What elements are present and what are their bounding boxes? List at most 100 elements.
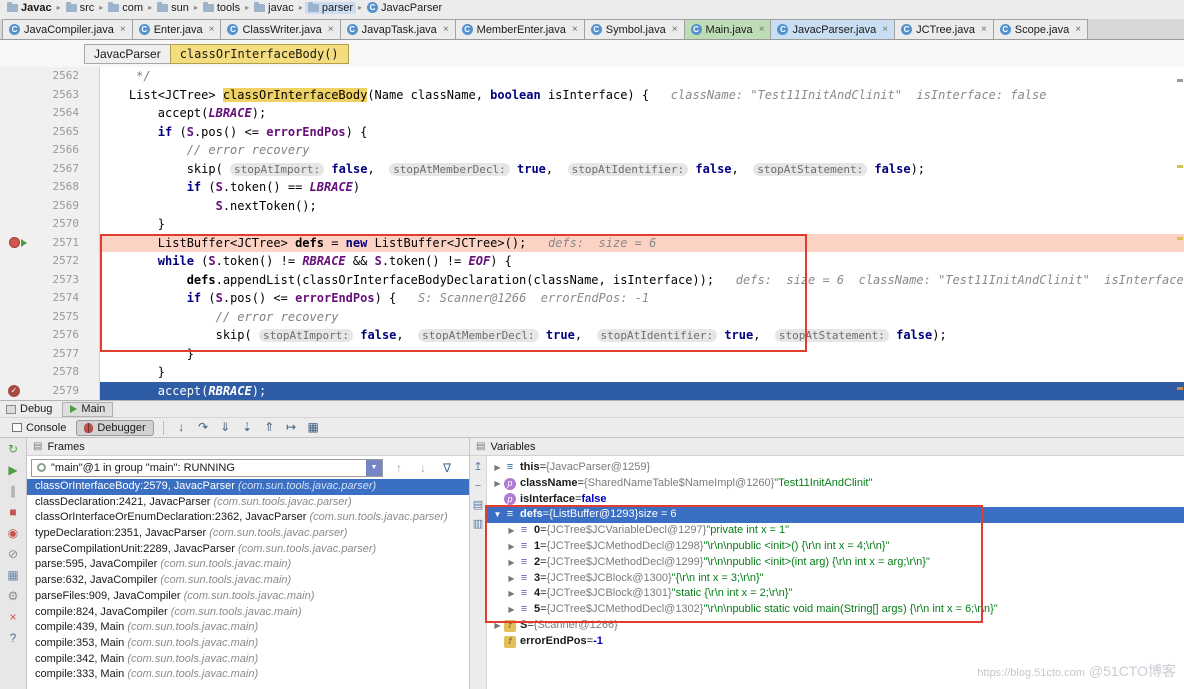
code-line-2572[interactable]: 2572 while (S.token() != RBRACE && S.tok… bbox=[0, 252, 1184, 271]
breadcrumb-item-javac[interactable]: javac bbox=[251, 2, 297, 14]
view-breakpoints-button[interactable]: ◉ bbox=[4, 525, 22, 542]
variable-row-1[interactable]: ▶≡1 = {JCTree$JCMethodDecl@1298} "\r\n\n… bbox=[487, 539, 1184, 555]
filter-frames-icon[interactable]: ∇ bbox=[439, 461, 455, 475]
frame-down-icon[interactable]: ↓ bbox=[415, 461, 431, 475]
tab-symbol-java[interactable]: CSymbol.java× bbox=[584, 19, 685, 39]
code-line-2563[interactable]: 2563 List<JCTree> classOrInterfaceBody(N… bbox=[0, 86, 1184, 105]
frame-row[interactable]: classOrInterfaceOrEnumDeclaration:2362, … bbox=[27, 510, 469, 526]
gutter[interactable]: 2564 bbox=[0, 104, 100, 123]
line-number[interactable]: 2563 bbox=[28, 86, 87, 105]
frame-row[interactable]: compile:439, Main (com.sun.tools.javac.m… bbox=[27, 620, 469, 636]
code-text[interactable]: } bbox=[100, 363, 1184, 382]
resume-button[interactable]: ▶ bbox=[4, 462, 22, 479]
gutter[interactable]: 2567 bbox=[0, 160, 100, 179]
breadcrumb-item-parser[interactable]: parser bbox=[305, 2, 356, 14]
gutter[interactable]: 2569 bbox=[0, 197, 100, 216]
tab-memberenter-java[interactable]: CMemberEnter.java× bbox=[455, 19, 585, 39]
close-tab-icon[interactable]: × bbox=[209, 25, 215, 35]
expand-arrow-icon[interactable]: ▶ bbox=[505, 571, 518, 587]
frame-row[interactable]: parseFiles:909, JavaCompiler (com.sun.to… bbox=[27, 589, 469, 605]
gutter[interactable]: 2572 bbox=[0, 252, 100, 271]
expand-arrow-icon[interactable]: ▼ bbox=[491, 507, 504, 523]
pause-button[interactable]: ∥ bbox=[4, 483, 22, 500]
code-text[interactable]: defs.appendList(classOrInterfaceBodyDecl… bbox=[100, 271, 1184, 290]
code-text[interactable]: // error recovery bbox=[100, 141, 1184, 160]
breadcrumb-item-sun[interactable]: sun bbox=[154, 2, 192, 14]
code-text[interactable]: List<JCTree> classOrInterfaceBody(Name c… bbox=[100, 86, 1184, 105]
code-line-2575[interactable]: 2575 // error recovery bbox=[0, 308, 1184, 327]
settings-button[interactable]: ⚙ bbox=[4, 588, 22, 605]
breadcrumb-method-chip[interactable]: classOrInterfaceBody() bbox=[170, 44, 349, 64]
gutter[interactable]: 2562 bbox=[0, 67, 100, 86]
close-tab-icon[interactable]: × bbox=[443, 25, 449, 35]
close-tab-icon[interactable]: × bbox=[981, 25, 987, 35]
frame-row[interactable]: parse:595, JavaCompiler (com.sun.tools.j… bbox=[27, 557, 469, 573]
breakpoint-verified-icon[interactable]: ✓ bbox=[8, 385, 20, 397]
code-text[interactable]: // error recovery bbox=[100, 308, 1184, 327]
frame-row[interactable]: parseCompilationUnit:2289, JavacParser (… bbox=[27, 542, 469, 558]
tab-console[interactable]: Console bbox=[4, 420, 74, 436]
gutter[interactable]: 2576 bbox=[0, 326, 100, 345]
show-execution-point-icon[interactable]: ↓ bbox=[173, 419, 190, 436]
step-out-icon[interactable]: ⇑ bbox=[261, 419, 278, 436]
code-line-2570[interactable]: 2570 } bbox=[0, 215, 1184, 234]
gutter[interactable]: 2574 bbox=[0, 289, 100, 308]
variable-row-defs[interactable]: ▼≡defs = {ListBuffer@1293} size = 6 bbox=[487, 507, 1184, 523]
breadcrumb-item-tools[interactable]: tools bbox=[200, 2, 243, 14]
line-number[interactable]: 2578 bbox=[28, 363, 87, 382]
expand-arrow-icon[interactable]: ▶ bbox=[505, 555, 518, 571]
code-text[interactable]: if (S.pos() <= errorEndPos) { S: Scanner… bbox=[100, 289, 1184, 308]
variable-row-4[interactable]: ▶≡4 = {JCTree$JCBlock@1301} "static {\r\… bbox=[487, 586, 1184, 602]
tab-javaptask-java[interactable]: CJavapTask.java× bbox=[340, 19, 456, 39]
gutter[interactable]: 2571 bbox=[0, 234, 100, 253]
code-text[interactable]: ListBuffer<JCTree> defs = new ListBuffer… bbox=[100, 234, 1184, 253]
code-line-2567[interactable]: 2567 skip( stopAtImport: false, stopAtMe… bbox=[0, 160, 1184, 179]
code-text[interactable]: if (S.pos() <= errorEndPos) { bbox=[100, 123, 1184, 142]
expand-arrow-icon[interactable]: ▶ bbox=[505, 539, 518, 555]
close-tab-icon[interactable]: × bbox=[882, 25, 888, 35]
code-line-2576[interactable]: 2576 skip( stopAtImport: false, stopAtMe… bbox=[0, 326, 1184, 345]
variable-row-5[interactable]: ▶≡5 = {JCTree$JCMethodDecl@1302} "\r\n\n… bbox=[487, 602, 1184, 618]
remove-watch-icon[interactable]: − bbox=[475, 481, 481, 492]
expand-arrow-icon[interactable]: ▶ bbox=[491, 618, 504, 634]
code-line-2573[interactable]: 2573 defs.appendList(classOrInterfaceBod… bbox=[0, 271, 1184, 290]
line-number[interactable]: 2576 bbox=[28, 326, 87, 345]
gutter[interactable]: 2565 bbox=[0, 123, 100, 142]
variable-row-0[interactable]: ▶≡0 = {JCTree$JCVariableDecl@1297} "priv… bbox=[487, 523, 1184, 539]
step-into-icon[interactable]: ⇓ bbox=[217, 419, 234, 436]
code-line-2568[interactable]: 2568 if (S.token() == LBRACE) bbox=[0, 178, 1184, 197]
code-text[interactable]: S.nextToken(); bbox=[100, 197, 1184, 216]
code-text[interactable]: if (S.token() == LBRACE) bbox=[100, 178, 1184, 197]
line-number[interactable]: 2574 bbox=[28, 289, 87, 308]
frame-row[interactable]: compile:353, Main (com.sun.tools.javac.m… bbox=[27, 636, 469, 652]
breadcrumb-item-src[interactable]: src bbox=[63, 2, 98, 14]
tab-main-java[interactable]: CMain.java× bbox=[684, 19, 772, 39]
code-text[interactable]: skip( stopAtImport: false, stopAtMemberD… bbox=[100, 160, 1184, 179]
breadcrumb-item-javac[interactable]: Javac bbox=[4, 2, 55, 14]
rerun-button[interactable]: ↻ bbox=[4, 441, 22, 458]
code-text[interactable]: accept(RBRACE); bbox=[100, 382, 1184, 401]
stop-button[interactable]: ■ bbox=[4, 504, 22, 521]
variable-row-3[interactable]: ▶≡3 = {JCTree$JCBlock@1300} "{\r\n int x… bbox=[487, 571, 1184, 587]
expand-arrow-icon[interactable]: ▶ bbox=[505, 586, 518, 602]
gutter[interactable]: 2575 bbox=[0, 308, 100, 327]
variable-row-isInterface[interactable]: pisInterface = false bbox=[487, 492, 1184, 508]
code-text[interactable]: } bbox=[100, 215, 1184, 234]
line-number[interactable]: 2567 bbox=[28, 160, 87, 179]
tab-classwriter-java[interactable]: CClassWriter.java× bbox=[220, 19, 340, 39]
expand-arrow-icon[interactable]: ▶ bbox=[491, 476, 504, 492]
code-text[interactable]: while (S.token() != RBRACE && S.token() … bbox=[100, 252, 1184, 271]
tab-enter-java[interactable]: CEnter.java× bbox=[132, 19, 222, 39]
run-to-cursor-icon[interactable]: ↦ bbox=[283, 419, 300, 436]
expand-arrow-icon[interactable]: ▶ bbox=[505, 523, 518, 539]
frame-row[interactable]: classOrInterfaceBody:2579, JavacParser (… bbox=[27, 479, 469, 495]
code-text[interactable]: } bbox=[100, 345, 1184, 364]
close-tab-icon[interactable]: × bbox=[120, 25, 126, 35]
thread-dropdown[interactable]: "main"@1 in group "main": RUNNING ▼ bbox=[31, 459, 383, 477]
tab-debugger[interactable]: Debugger bbox=[76, 420, 153, 436]
gutter[interactable]: 2573 bbox=[0, 271, 100, 290]
frame-row[interactable]: compile:333, Main (com.sun.tools.javac.m… bbox=[27, 667, 469, 683]
breadcrumb-class-chip[interactable]: JavacParser bbox=[84, 44, 171, 64]
line-number[interactable]: 2568 bbox=[28, 178, 87, 197]
code-line-2565[interactable]: 2565 if (S.pos() <= errorEndPos) { bbox=[0, 123, 1184, 142]
